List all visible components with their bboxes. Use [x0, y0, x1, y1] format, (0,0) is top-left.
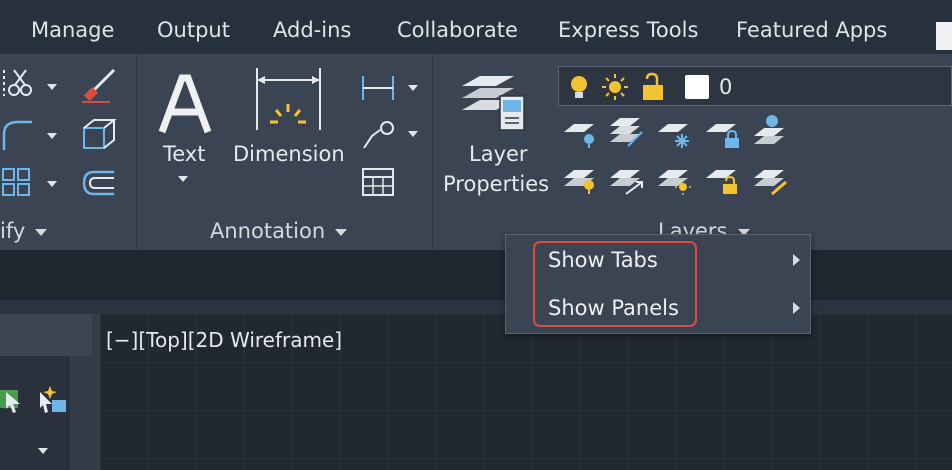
- submenu-arrow-icon: [793, 254, 800, 266]
- ribbon-tab-bar: Manage Output Add-ins Collaborate Expres…: [0, 0, 952, 54]
- tabbar-overflow-edge: [936, 22, 952, 50]
- fillet-dropdown[interactable]: [47, 133, 57, 139]
- dimension-button-label[interactable]: Dimension: [233, 142, 345, 166]
- layer-change-to-current-icon[interactable]: [608, 164, 646, 196]
- offset-icon[interactable]: [80, 166, 118, 200]
- chevron-down-icon: [35, 228, 48, 236]
- layer-thaw-icon[interactable]: [656, 164, 694, 196]
- array-dropdown[interactable]: [47, 181, 57, 187]
- table-icon[interactable]: [360, 166, 396, 198]
- current-layer-name: 0: [719, 75, 733, 99]
- layer-unisolate-icon[interactable]: [562, 164, 600, 196]
- leader-icon[interactable]: [360, 118, 396, 150]
- menu-item-show-panels[interactable]: Show Panels: [548, 296, 679, 320]
- layer-unlock-icon[interactable]: [704, 164, 742, 196]
- unlock-icon[interactable]: [641, 72, 667, 102]
- lightbulb-on-icon[interactable]: [567, 73, 591, 101]
- layer-color-swatch: [685, 75, 709, 99]
- viewport-controls-label[interactable]: [−][Top][2D Wireframe]: [106, 328, 342, 352]
- annotation-panel-title[interactable]: Annotation: [210, 219, 348, 243]
- tab-express-tools[interactable]: Express Tools: [558, 18, 698, 42]
- modify-panel-title[interactable]: ify: [0, 219, 48, 243]
- linear-dimension-icon[interactable]: [360, 74, 396, 102]
- palette-dropdown[interactable]: [38, 448, 48, 454]
- layer-properties-label-line2[interactable]: Properties: [443, 172, 549, 196]
- tab-manage[interactable]: Manage: [31, 18, 114, 42]
- quick-select-icon[interactable]: [36, 384, 68, 416]
- layer-merge-icon[interactable]: [752, 164, 790, 196]
- tool-palette: [0, 314, 100, 470]
- text-dropdown[interactable]: [178, 176, 188, 182]
- tab-output[interactable]: Output: [157, 18, 230, 42]
- text-button-label[interactable]: Text: [163, 142, 205, 166]
- layer-walk-icon[interactable]: [752, 114, 790, 150]
- layer-properties-label-line1[interactable]: Layer: [469, 142, 528, 166]
- layer-properties-icon[interactable]: [458, 66, 528, 136]
- trim-icon[interactable]: [0, 66, 34, 102]
- ribbon-context-menu: Show Tabs Show Panels: [505, 234, 811, 334]
- dimension-icon[interactable]: [254, 66, 324, 136]
- array-icon[interactable]: [0, 166, 34, 200]
- layer-match-icon[interactable]: [608, 116, 646, 148]
- tab-featured-apps[interactable]: Featured Apps: [736, 18, 887, 42]
- ribbon-panels: ify Text Dimension Annotation Layer Prop…: [0, 54, 952, 250]
- layer-lock-icon[interactable]: [704, 118, 742, 150]
- layer-isolate-icon[interactable]: [562, 118, 600, 150]
- layer-dropdown[interactable]: 0: [558, 66, 952, 106]
- array-3d-icon[interactable]: [80, 116, 118, 152]
- tab-collaborate[interactable]: Collaborate: [397, 18, 518, 42]
- text-icon[interactable]: [156, 74, 212, 134]
- chevron-down-icon: [335, 228, 348, 236]
- tab-add-ins[interactable]: Add-ins: [273, 18, 351, 42]
- leader-dropdown[interactable]: [408, 131, 418, 137]
- sun-icon[interactable]: [601, 73, 629, 101]
- panel-separator: [136, 54, 137, 250]
- palette-header: [0, 314, 92, 356]
- menu-item-show-tabs[interactable]: Show Tabs: [548, 248, 658, 272]
- palette-body: [0, 356, 70, 470]
- trim-dropdown[interactable]: [47, 84, 57, 90]
- panel-separator: [432, 54, 433, 250]
- submenu-arrow-icon: [793, 302, 800, 314]
- erase-icon[interactable]: [80, 66, 118, 104]
- fillet-icon[interactable]: [0, 116, 34, 152]
- linear-dimension-dropdown[interactable]: [408, 85, 418, 91]
- select-icon[interactable]: [0, 386, 24, 414]
- layer-freeze-icon[interactable]: [656, 118, 694, 150]
